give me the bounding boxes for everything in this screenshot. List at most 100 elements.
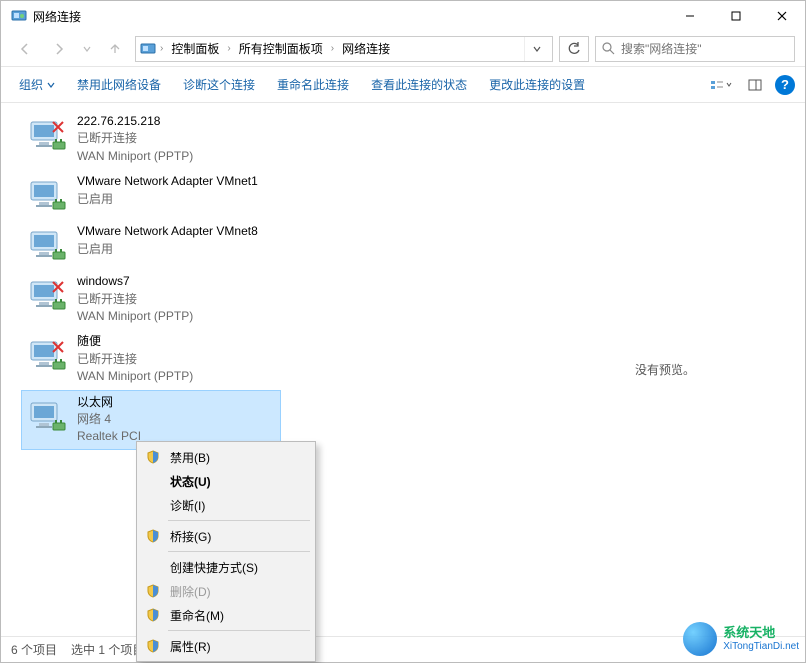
adapter-icon — [27, 394, 69, 436]
connection-desc: WAN Miniport (PPTP) — [77, 308, 193, 325]
context-menu-label: 桥接(G) — [170, 528, 211, 545]
connection-status: 网络 4 — [77, 411, 141, 428]
menu-separator — [168, 520, 310, 521]
connection-text: 以太网 网络 4 Realtek PCI — [77, 394, 141, 446]
shield-icon — [144, 558, 162, 576]
search-box[interactable] — [595, 36, 795, 62]
context-menu-item[interactable]: 重命名(M) — [140, 603, 312, 627]
connection-status: 已启用 — [77, 191, 258, 208]
context-menu-label: 禁用(B) — [170, 449, 210, 466]
context-menu-label: 删除(D) — [170, 583, 211, 600]
item-count: 6 个项目 — [11, 641, 57, 658]
watermark: 系统天地 XiTongTianDi.net — [683, 622, 799, 656]
up-button[interactable] — [101, 35, 129, 63]
maximize-button[interactable] — [713, 1, 759, 31]
breadcrumb-control-panel[interactable]: 控制面板 — [167, 38, 223, 59]
address-dropdown[interactable] — [524, 37, 548, 61]
connection-item[interactable]: VMware Network Adapter VMnet1 已启用 — [21, 169, 281, 219]
connection-item[interactable]: windows7 已断开连接 WAN Miniport (PPTP) — [21, 269, 281, 329]
shield-icon — [144, 472, 162, 490]
breadcrumb-all-items[interactable]: 所有控制面板项 — [235, 38, 327, 59]
minimize-button[interactable] — [667, 1, 713, 31]
recent-dropdown[interactable] — [79, 44, 95, 54]
address-bar[interactable]: › 控制面板 › 所有控制面板项 › 网络连接 — [135, 36, 553, 62]
connection-name: 随便 — [77, 333, 193, 350]
selected-count: 选中 1 个项目 — [71, 641, 144, 658]
adapter-icon — [27, 173, 69, 215]
globe-icon — [683, 622, 717, 656]
preview-pane-button[interactable] — [741, 73, 769, 97]
adapter-icon — [27, 333, 69, 375]
context-menu-label: 重命名(M) — [170, 607, 224, 624]
forward-button[interactable] — [45, 35, 73, 63]
context-menu-label: 诊断(I) — [170, 497, 205, 514]
connection-text: VMware Network Adapter VMnet1 已启用 — [77, 173, 258, 215]
preview-pane: 没有预览。 — [525, 103, 805, 636]
title-bar: 网络连接 — [1, 1, 805, 31]
context-menu-item[interactable]: 属性(R) — [140, 634, 312, 658]
watermark-en: XiTongTianDi.net — [723, 641, 799, 652]
adapter-icon — [27, 273, 69, 315]
watermark-cn: 系统天地 — [723, 626, 799, 640]
navigation-bar: › 控制面板 › 所有控制面板项 › 网络连接 — [1, 31, 805, 67]
connection-desc: Realtek PCI — [77, 428, 141, 445]
disable-device-cmd[interactable]: 禁用此网络设备 — [69, 72, 169, 97]
chevron-down-icon — [726, 82, 732, 88]
context-menu-label: 属性(R) — [170, 638, 211, 655]
connection-text: windows7 已断开连接 WAN Miniport (PPTP) — [77, 273, 193, 325]
chevron-down-icon — [47, 81, 55, 89]
command-bar: 组织 禁用此网络设备 诊断这个连接 重命名此连接 查看此连接的状态 更改此连接的… — [1, 67, 805, 103]
refresh-button[interactable] — [559, 36, 589, 62]
connection-text: 222.76.215.218 已断开连接 WAN Miniport (PPTP) — [77, 113, 193, 165]
context-menu-item: 删除(D) — [140, 579, 312, 603]
context-menu: 禁用(B) 状态(U) 诊断(I) 桥接(G) 创建快捷方式(S) 删除(D) 重命名(M)… — [136, 441, 316, 662]
context-menu-item[interactable]: 状态(U) — [140, 469, 312, 493]
chevron-right-icon[interactable]: › — [227, 43, 230, 54]
connection-item[interactable]: 222.76.215.218 已断开连接 WAN Miniport (PPTP) — [21, 109, 281, 169]
connection-name: 以太网 — [77, 394, 141, 411]
back-button[interactable] — [11, 35, 39, 63]
connection-item[interactable]: 随便 已断开连接 WAN Miniport (PPTP) — [21, 329, 281, 389]
close-button[interactable] — [759, 1, 805, 31]
connection-name: VMware Network Adapter VMnet8 — [77, 223, 258, 240]
context-menu-item[interactable]: 诊断(I) — [140, 493, 312, 517]
window-title: 网络连接 — [33, 8, 667, 25]
preview-empty-text: 没有预览。 — [635, 361, 695, 378]
app-icon — [11, 8, 27, 24]
search-icon — [602, 42, 615, 55]
search-input[interactable] — [621, 42, 788, 56]
chevron-right-icon[interactable]: › — [160, 43, 163, 54]
change-settings-cmd[interactable]: 更改此连接的设置 — [481, 72, 593, 97]
context-menu-item[interactable]: 创建快捷方式(S) — [140, 555, 312, 579]
content-area: 222.76.215.218 已断开连接 WAN Miniport (PPTP)… — [1, 103, 805, 636]
connection-text: 随便 已断开连接 WAN Miniport (PPTP) — [77, 333, 193, 385]
shield-icon — [144, 606, 162, 624]
connection-status: 已断开连接 — [77, 130, 193, 147]
connection-name: windows7 — [77, 273, 193, 290]
rename-cmd[interactable]: 重命名此连接 — [269, 72, 357, 97]
connection-status: 已断开连接 — [77, 351, 193, 368]
connection-desc: WAN Miniport (PPTP) — [77, 368, 193, 385]
help-button[interactable]: ? — [775, 75, 795, 95]
menu-separator — [168, 551, 310, 552]
view-options-button[interactable] — [707, 73, 735, 97]
shield-icon — [144, 448, 162, 466]
connection-item[interactable]: VMware Network Adapter VMnet8 已启用 — [21, 219, 281, 269]
adapter-icon — [27, 113, 69, 155]
shield-icon — [144, 527, 162, 545]
connection-status: 已断开连接 — [77, 291, 193, 308]
diagnose-cmd[interactable]: 诊断这个连接 — [175, 72, 263, 97]
view-status-cmd[interactable]: 查看此连接的状态 — [363, 72, 475, 97]
context-menu-label: 状态(U) — [170, 473, 211, 490]
window-controls — [667, 1, 805, 31]
connection-name: VMware Network Adapter VMnet1 — [77, 173, 258, 190]
context-menu-item[interactable]: 桥接(G) — [140, 524, 312, 548]
context-menu-item[interactable]: 禁用(B) — [140, 445, 312, 469]
connection-name: 222.76.215.218 — [77, 113, 193, 130]
chevron-right-icon[interactable]: › — [331, 43, 334, 54]
breadcrumb-network-connections[interactable]: 网络连接 — [338, 38, 394, 59]
shield-icon — [144, 637, 162, 655]
connection-status: 已启用 — [77, 241, 258, 258]
organize-menu[interactable]: 组织 — [11, 72, 63, 97]
connection-text: VMware Network Adapter VMnet8 已启用 — [77, 223, 258, 265]
